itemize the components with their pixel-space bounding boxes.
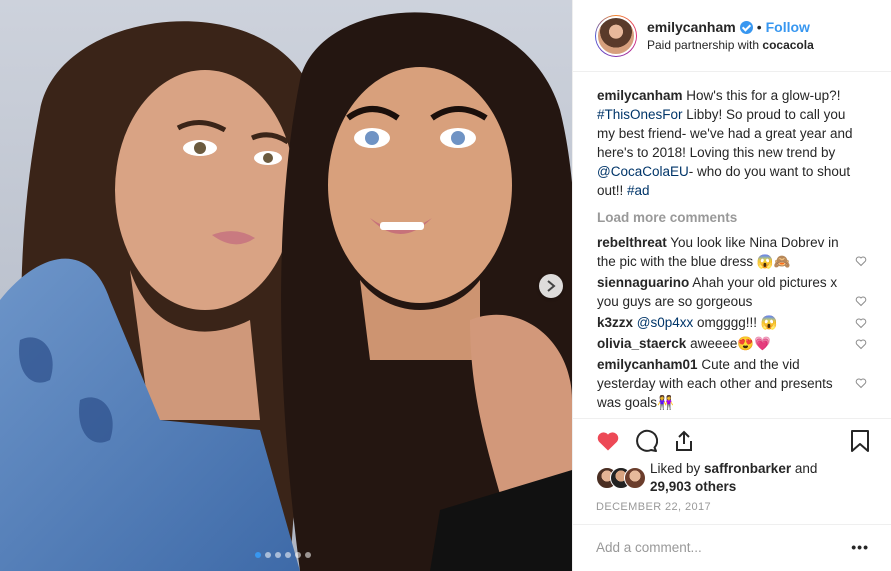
- liked-by-user[interactable]: saffronbarker: [704, 461, 791, 476]
- carousel-dot: [255, 552, 261, 558]
- load-more-comments-button[interactable]: Load more comments: [597, 208, 867, 227]
- comment-like-icon[interactable]: [855, 377, 867, 389]
- likes-summary: Liked by saffronbarker and 29,903 others: [596, 460, 817, 496]
- carousel-indicator: [255, 552, 311, 558]
- likes-middle: and: [791, 461, 818, 476]
- caption-hashtag-2[interactable]: #ad: [627, 183, 650, 198]
- comment-like-icon[interactable]: [855, 338, 867, 350]
- comment: rebelthreat You look like Nina Dobrev in…: [597, 233, 867, 271]
- header-username[interactable]: emilycanham: [647, 19, 736, 35]
- comment-like-icon[interactable]: [855, 295, 867, 307]
- like-heart-icon[interactable]: [596, 429, 620, 453]
- follow-button[interactable]: Follow: [766, 19, 810, 35]
- comment-like-icon[interactable]: [855, 317, 867, 329]
- caption-hashtag-1[interactable]: #ThisOnesFor: [597, 107, 683, 122]
- comment-text: omgggg!!! 😱: [693, 315, 778, 330]
- header-info: emilycanham • Follow Paid partnership wi…: [647, 19, 814, 52]
- caption-username[interactable]: emilycanham: [597, 88, 683, 103]
- comment-username[interactable]: k3zzx: [597, 315, 633, 330]
- photo-illustration: [0, 0, 572, 571]
- comment-text: aweeee😍💗: [686, 336, 771, 351]
- comment-username[interactable]: rebelthreat: [597, 235, 667, 250]
- carousel-dot: [295, 552, 301, 558]
- likes-count[interactable]: 29,903 others: [650, 479, 736, 494]
- add-comment-bar: Add a comment... •••: [572, 524, 891, 571]
- add-comment-input[interactable]: Add a comment...: [596, 540, 702, 555]
- action-bar: [572, 418, 891, 466]
- chevron-right-icon: [547, 280, 556, 292]
- caption: emilycanham How's this for a glow-up?! #…: [597, 86, 867, 200]
- comment: siennaguarino Ahah your old pictures x y…: [597, 273, 867, 311]
- comment-mention[interactable]: @s0p4xx: [633, 315, 693, 330]
- next-photo-button[interactable]: [539, 274, 563, 298]
- verified-badge-icon: [739, 20, 753, 34]
- likes-prefix: Liked by: [650, 461, 705, 476]
- partnership-prefix: Paid partnership with: [647, 38, 763, 52]
- carousel-dot: [285, 552, 291, 558]
- carousel-dot: [305, 552, 311, 558]
- comments-section: emilycanham How's this for a glow-up?! #…: [573, 72, 891, 412]
- comment-icon[interactable]: [634, 429, 658, 453]
- bookmark-icon[interactable]: [849, 429, 871, 453]
- likes-text: Liked by saffronbarker and 29,903 others: [650, 460, 817, 496]
- caption-mention[interactable]: @CocaColaEU: [597, 164, 689, 179]
- avatar: [624, 467, 646, 489]
- comment-like-icon[interactable]: [855, 255, 867, 267]
- story-ring[interactable]: [595, 14, 637, 57]
- comment-username[interactable]: siennaguarino: [597, 275, 689, 290]
- instagram-post: emilycanham • Follow Paid partnership wi…: [0, 0, 891, 571]
- post-date: DECEMBER 22, 2017: [596, 501, 712, 513]
- separator-dot: •: [756, 19, 762, 35]
- more-options-button[interactable]: •••: [851, 539, 869, 555]
- post-header: emilycanham • Follow Paid partnership wi…: [573, 0, 891, 72]
- paid-partnership: Paid partnership with cocacola: [647, 38, 814, 52]
- carousel-dot: [275, 552, 281, 558]
- liker-avatars[interactable]: [596, 467, 646, 489]
- comment: olivia_staerck aweeee😍💗: [597, 334, 867, 353]
- avatar[interactable]: [596, 15, 636, 56]
- comment: k3zzx @s0p4xx omgggg!!! 😱: [597, 313, 867, 332]
- comment: emilycanham01 Cute and the vid yesterday…: [597, 355, 867, 412]
- comment-username[interactable]: olivia_staerck: [597, 336, 686, 351]
- partner-link[interactable]: cocacola: [762, 38, 813, 52]
- share-icon[interactable]: [672, 429, 696, 453]
- carousel-dot: [265, 552, 271, 558]
- post-photo[interactable]: [0, 0, 572, 571]
- caption-text-1: How's this for a glow-up?!: [682, 88, 841, 103]
- comment-username[interactable]: emilycanham01: [597, 357, 698, 372]
